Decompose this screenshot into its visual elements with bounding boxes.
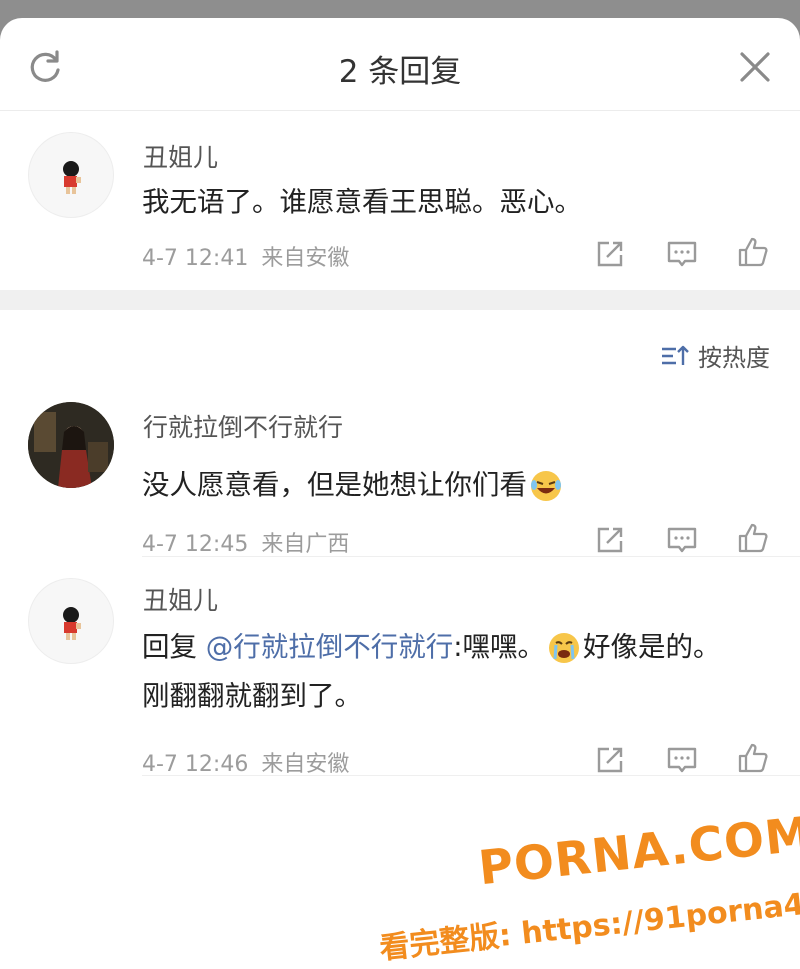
sort-label: 按热度 <box>698 344 770 372</box>
comment-username[interactable]: 丑姐儿 <box>143 138 218 174</box>
sheet-header: 2 条回复 <box>0 18 800 111</box>
comment-meta: 4-7 12:41 来自安徽 <box>142 240 349 272</box>
reply-text: 没人愿意看，但是她想让你们看 <box>142 461 742 510</box>
comment-location: 来自安徽 <box>261 246 350 271</box>
avatar[interactable] <box>28 578 114 664</box>
avatar[interactable] <box>28 402 114 488</box>
share-icon[interactable] <box>593 523 627 557</box>
avatar[interactable] <box>28 132 114 218</box>
share-icon[interactable] <box>593 237 627 271</box>
mention-link[interactable]: @行就拉倒不行就行 <box>206 631 454 663</box>
reply-meta: 4-7 12:45 来自广西 <box>142 526 349 558</box>
watermark-line1: PORNA.COM <box>476 806 800 897</box>
comment-icon[interactable] <box>665 743 699 777</box>
close-icon[interactable] <box>736 48 774 86</box>
comment-time: 4-7 12:41 <box>142 246 249 271</box>
section-divider <box>0 290 800 310</box>
reply-separator <box>142 775 800 776</box>
reply-text-body: 没人愿意看，但是她想让你们看 <box>142 469 527 501</box>
comment-icon[interactable] <box>665 237 699 271</box>
sort-toggle[interactable]: 按热度 <box>660 338 770 373</box>
reply-location: 来自安徽 <box>261 752 350 777</box>
comment-icon[interactable] <box>665 523 699 557</box>
reply-meta: 4-7 12:46 来自安徽 <box>142 746 349 778</box>
like-icon[interactable] <box>736 235 770 269</box>
reply-separator <box>142 556 800 557</box>
laugh-cry-emoji <box>529 469 563 503</box>
like-icon[interactable] <box>736 741 770 775</box>
like-icon[interactable] <box>736 521 770 555</box>
comment-text: 我无语了。谁愿意看王思聪。恶心。 <box>142 186 582 218</box>
crying-emoji <box>547 631 581 665</box>
reply-time: 4-7 12:45 <box>142 532 249 557</box>
reply-username[interactable]: 丑姐儿 <box>143 581 218 617</box>
reply-text: 回复 @行就拉倒不行就行:嘿嘿。 好像是的。刚翻翻就翻到了。 <box>142 623 732 721</box>
sort-icon <box>662 345 689 365</box>
replies-sheet: 2 条回复 丑姐儿 我无语了。谁愿意看王思聪。恶心。 4-7 12:41 来自安… <box>0 18 800 969</box>
reply-time: 4-7 12:46 <box>142 752 249 777</box>
reply-prefix: 回复 <box>142 631 206 663</box>
reply-username[interactable]: 行就拉倒不行就行 <box>143 408 343 444</box>
reply-location: 来自广西 <box>261 532 350 557</box>
sheet-title: 2 条回复 <box>338 54 462 90</box>
reply-text-a: :嘿嘿。 <box>453 631 546 663</box>
share-icon[interactable] <box>593 743 627 777</box>
